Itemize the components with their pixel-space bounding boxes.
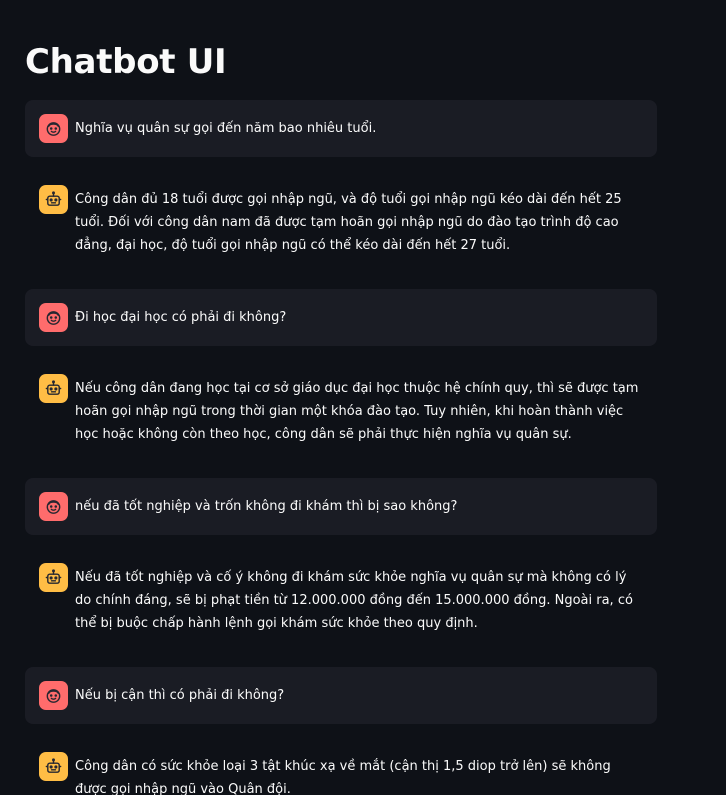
message-text: Công dân có sức khỏe loại 3 tật khúc xạ … <box>75 759 611 795</box>
assistant-message: Công dân đủ 18 tuổi được gọi nhập ngũ, v… <box>25 173 657 272</box>
robot-icon <box>39 185 68 214</box>
user-message: nếu đã tốt nghiệp và trốn không đi khám … <box>25 478 657 535</box>
message-text: Công dân đủ 18 tuổi được gọi nhập ngũ, v… <box>75 192 622 253</box>
user-message: Nghĩa vụ quân sự gọi đến năm bao nhiêu t… <box>25 100 657 157</box>
message-text: Nghĩa vụ quân sự gọi đến năm bao nhiêu t… <box>75 121 377 136</box>
message-text: nếu đã tốt nghiệp và trốn không đi khám … <box>75 499 458 514</box>
user-face-icon <box>39 492 68 521</box>
user-face-icon <box>39 681 68 710</box>
chat-history: Nghĩa vụ quân sự gọi đến năm bao nhiêu t… <box>25 100 657 795</box>
user-face-icon <box>39 114 68 143</box>
message-text: Nếu đã tốt nghiệp và cố ý không đi khám … <box>75 570 633 631</box>
assistant-message: Nếu công dân đang học tại cơ sở giáo dục… <box>25 362 657 461</box>
robot-icon <box>39 752 68 781</box>
user-message: Đi học đại học có phải đi không? <box>25 289 657 346</box>
message-text: Nếu công dân đang học tại cơ sở giáo dục… <box>75 381 639 442</box>
page-title: Chatbot UI <box>25 42 227 82</box>
robot-icon <box>39 374 68 403</box>
robot-icon <box>39 563 68 592</box>
message-text: Nếu bị cận thì có phải đi không? <box>75 688 285 703</box>
assistant-message: Nếu đã tốt nghiệp và cố ý không đi khám … <box>25 551 657 650</box>
message-text: Đi học đại học có phải đi không? <box>75 310 287 325</box>
assistant-message: Công dân có sức khỏe loại 3 tật khúc xạ … <box>25 740 657 795</box>
user-face-icon <box>39 303 68 332</box>
chatbot-page: Chatbot UI Nghĩa vụ quân sự gọi đến năm … <box>0 0 726 795</box>
user-message: Nếu bị cận thì có phải đi không? <box>25 667 657 724</box>
